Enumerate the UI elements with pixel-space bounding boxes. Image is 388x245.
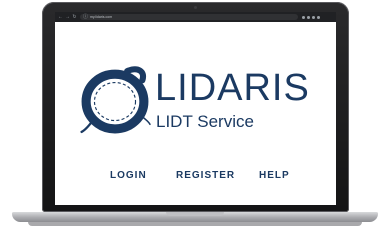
login-link[interactable]: LOGIN [110,170,147,182]
help-link[interactable]: HELP [259,170,290,182]
lidaris-logo-icon [80,66,151,134]
forward-arrow-icon[interactable]: → [65,14,70,20]
info-icon[interactable]: ⓘ [83,14,88,20]
brand-subtitle: LIDT Service [156,112,254,131]
back-arrow-icon[interactable]: ← [58,14,63,20]
lid-opening-notch [166,212,224,216]
bookmark-icon[interactable] [307,15,310,19]
extension-icon[interactable] [302,15,305,19]
browser-nav-buttons: ← → ↻ [58,14,77,20]
profile-icon[interactable] [312,15,315,19]
web-page: LIDARIS LIDT Service LOGIN REGISTER HELP [55,22,336,205]
register-link[interactable]: REGISTER [176,170,235,182]
browser-actions [302,15,320,19]
laptop-screen: ← → ↻ ⓘ my.lidaris.com LIDARIS LIDT Serv… [55,12,336,205]
webcam [194,6,197,9]
reload-icon[interactable]: ↻ [72,14,77,20]
browser-toolbar: ← → ↻ ⓘ my.lidaris.com [55,12,336,22]
laptop-mockup: ← → ↻ ⓘ my.lidaris.com LIDARIS LIDT Serv… [0,0,388,245]
laptop-bottom [28,222,362,226]
address-bar[interactable]: ⓘ my.lidaris.com [80,14,298,20]
menu-icon[interactable] [317,15,320,19]
url-text: my.lidaris.com [90,15,113,19]
brand-name: LIDARIS [155,67,310,109]
